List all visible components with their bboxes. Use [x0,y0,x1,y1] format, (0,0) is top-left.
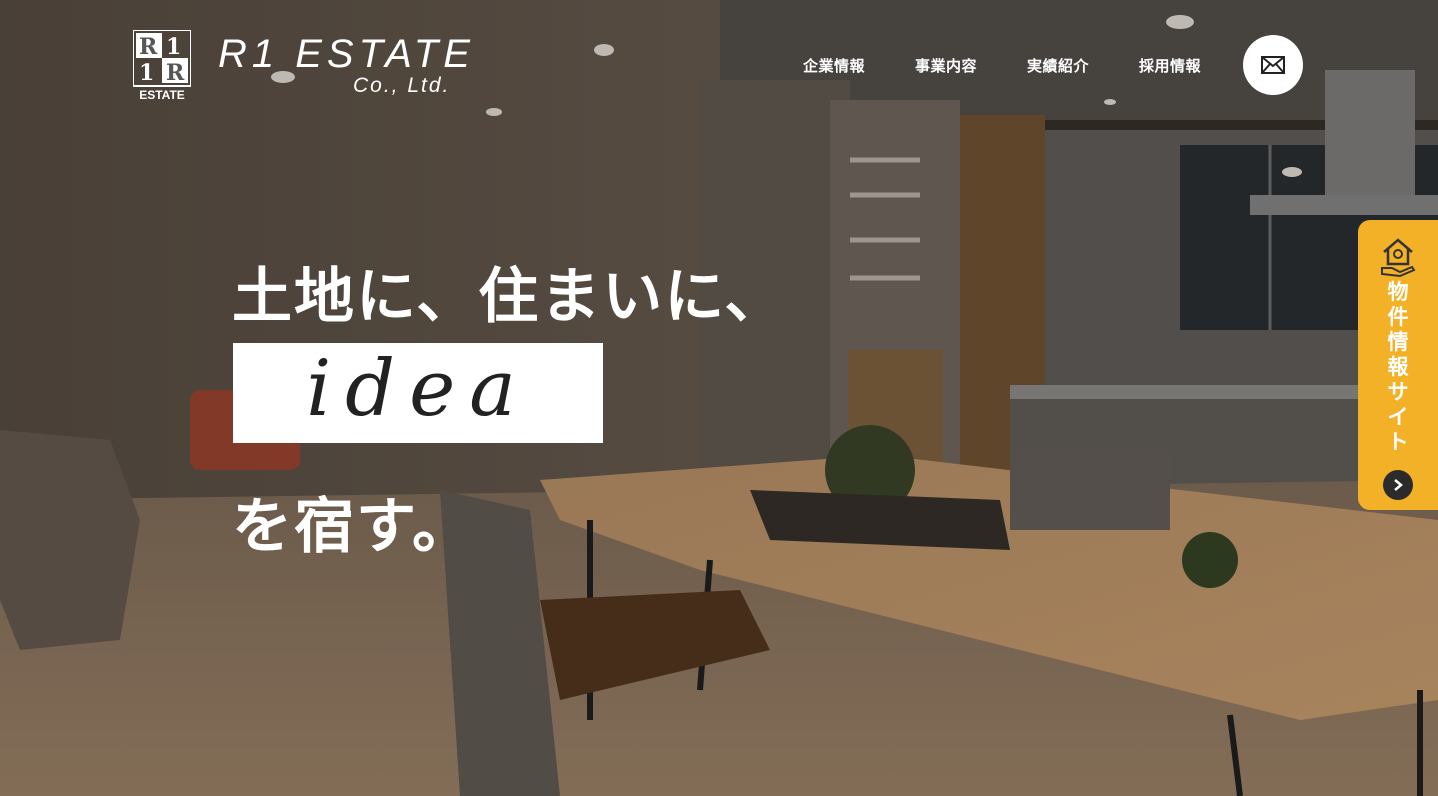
side-tab-arrow [1383,470,1413,500]
brand-logo[interactable]: R 1 1 R ESTATE R1 ESTATE Co., Ltd. [133,30,470,102]
svg-text:R: R [139,34,158,60]
house-hand-icon [1381,238,1416,278]
envelope-icon [1261,56,1285,74]
svg-text:ESTATE: ESTATE [139,88,185,100]
svg-text:1: 1 [166,34,181,60]
hero-idea-box: idea [233,343,603,443]
nav-item-business[interactable]: 事業内容 [915,55,977,76]
property-site-tab[interactable]: 物件情報サイト [1358,220,1438,510]
nav-item-recruit[interactable]: 採用情報 [1139,55,1201,76]
main-nav: 企業情報 事業内容 実績紹介 採用情報 [803,55,1201,76]
svg-text:1: 1 [139,60,154,86]
contact-mail-button[interactable] [1243,35,1303,95]
brand-sub: Co., Ltd. [353,74,451,97]
nav-item-works[interactable]: 実績紹介 [1027,55,1089,76]
chevron-right-icon [1394,479,1403,491]
brand-name: R1 ESTATE [218,32,475,76]
logo-mark-icon: R 1 1 R ESTATE [133,30,191,100]
hero-background-image [0,0,1438,796]
hero-headline-line2: を宿す。 [232,492,474,562]
svg-text:R: R [166,60,185,86]
hero-headline-line1: 土地に、住まいに、 [232,262,787,332]
hero-idea-text: idea [306,344,530,434]
hero-section: R 1 1 R ESTATE R1 ESTATE Co., Ltd. 企業情報 … [0,0,1438,796]
nav-item-company-info[interactable]: 企業情報 [803,55,865,76]
property-site-label: 物件情報サイト [1387,280,1409,454]
